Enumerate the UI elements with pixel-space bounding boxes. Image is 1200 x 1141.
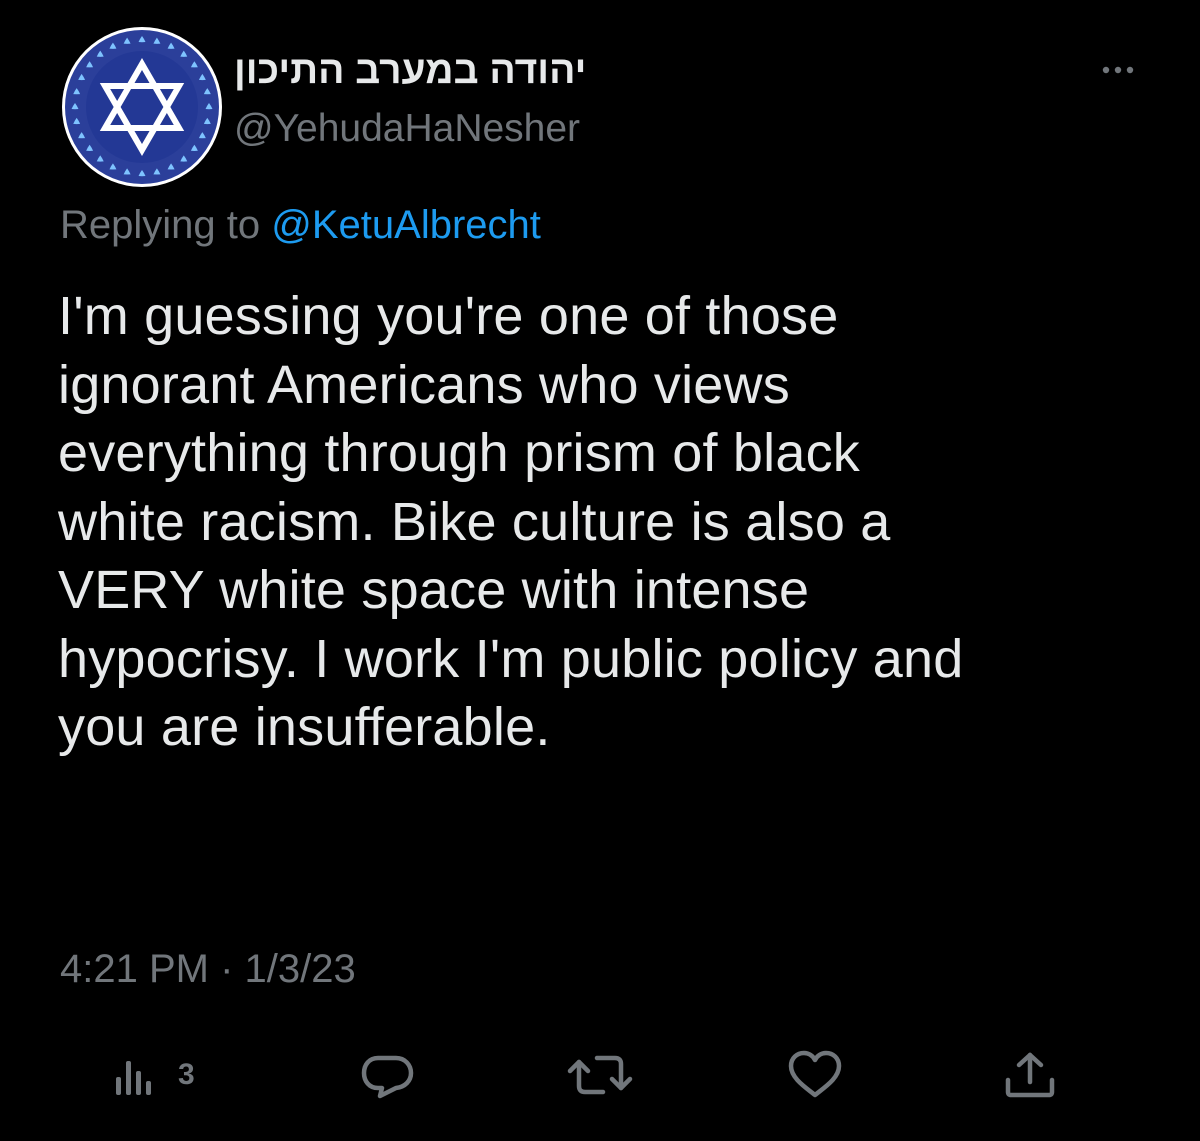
display-name[interactable]: יהודה במערב התיכון — [234, 48, 634, 94]
action-bar: 3 — [0, 1040, 1200, 1110]
analytics-icon — [116, 1061, 151, 1095]
views-button[interactable]: 3 — [110, 1040, 195, 1110]
retweet-button[interactable] — [565, 1040, 635, 1110]
star-of-david-icon — [62, 27, 222, 187]
like-button[interactable] — [785, 1040, 845, 1110]
retweet-icon — [567, 1055, 633, 1095]
share-icon — [1005, 1052, 1055, 1098]
more-icon — [1102, 66, 1134, 74]
heart-icon — [788, 1050, 842, 1098]
reply-button[interactable] — [358, 1040, 418, 1110]
reply-icon — [361, 1055, 414, 1099]
reply-mention-link[interactable]: @KetuAlbrecht — [271, 203, 541, 247]
avatar[interactable] — [61, 26, 223, 188]
tweet: יהודה במערב התיכון @YehudaHaNesher Reply… — [0, 0, 1200, 1141]
tweet-timestamp[interactable]: 4:21 PM · 1/3/23 — [60, 944, 356, 994]
user-handle[interactable]: @YehudaHaNesher — [234, 106, 580, 152]
views-count: 3 — [178, 1058, 195, 1091]
tweet-text: I'm guessing you're one of those ignoran… — [58, 286, 964, 757]
replying-to: Replying to @KetuAlbrecht — [60, 200, 541, 250]
replying-to-label: Replying to — [60, 203, 261, 247]
share-button[interactable] — [1000, 1040, 1060, 1110]
more-options-button[interactable] — [1090, 50, 1150, 90]
